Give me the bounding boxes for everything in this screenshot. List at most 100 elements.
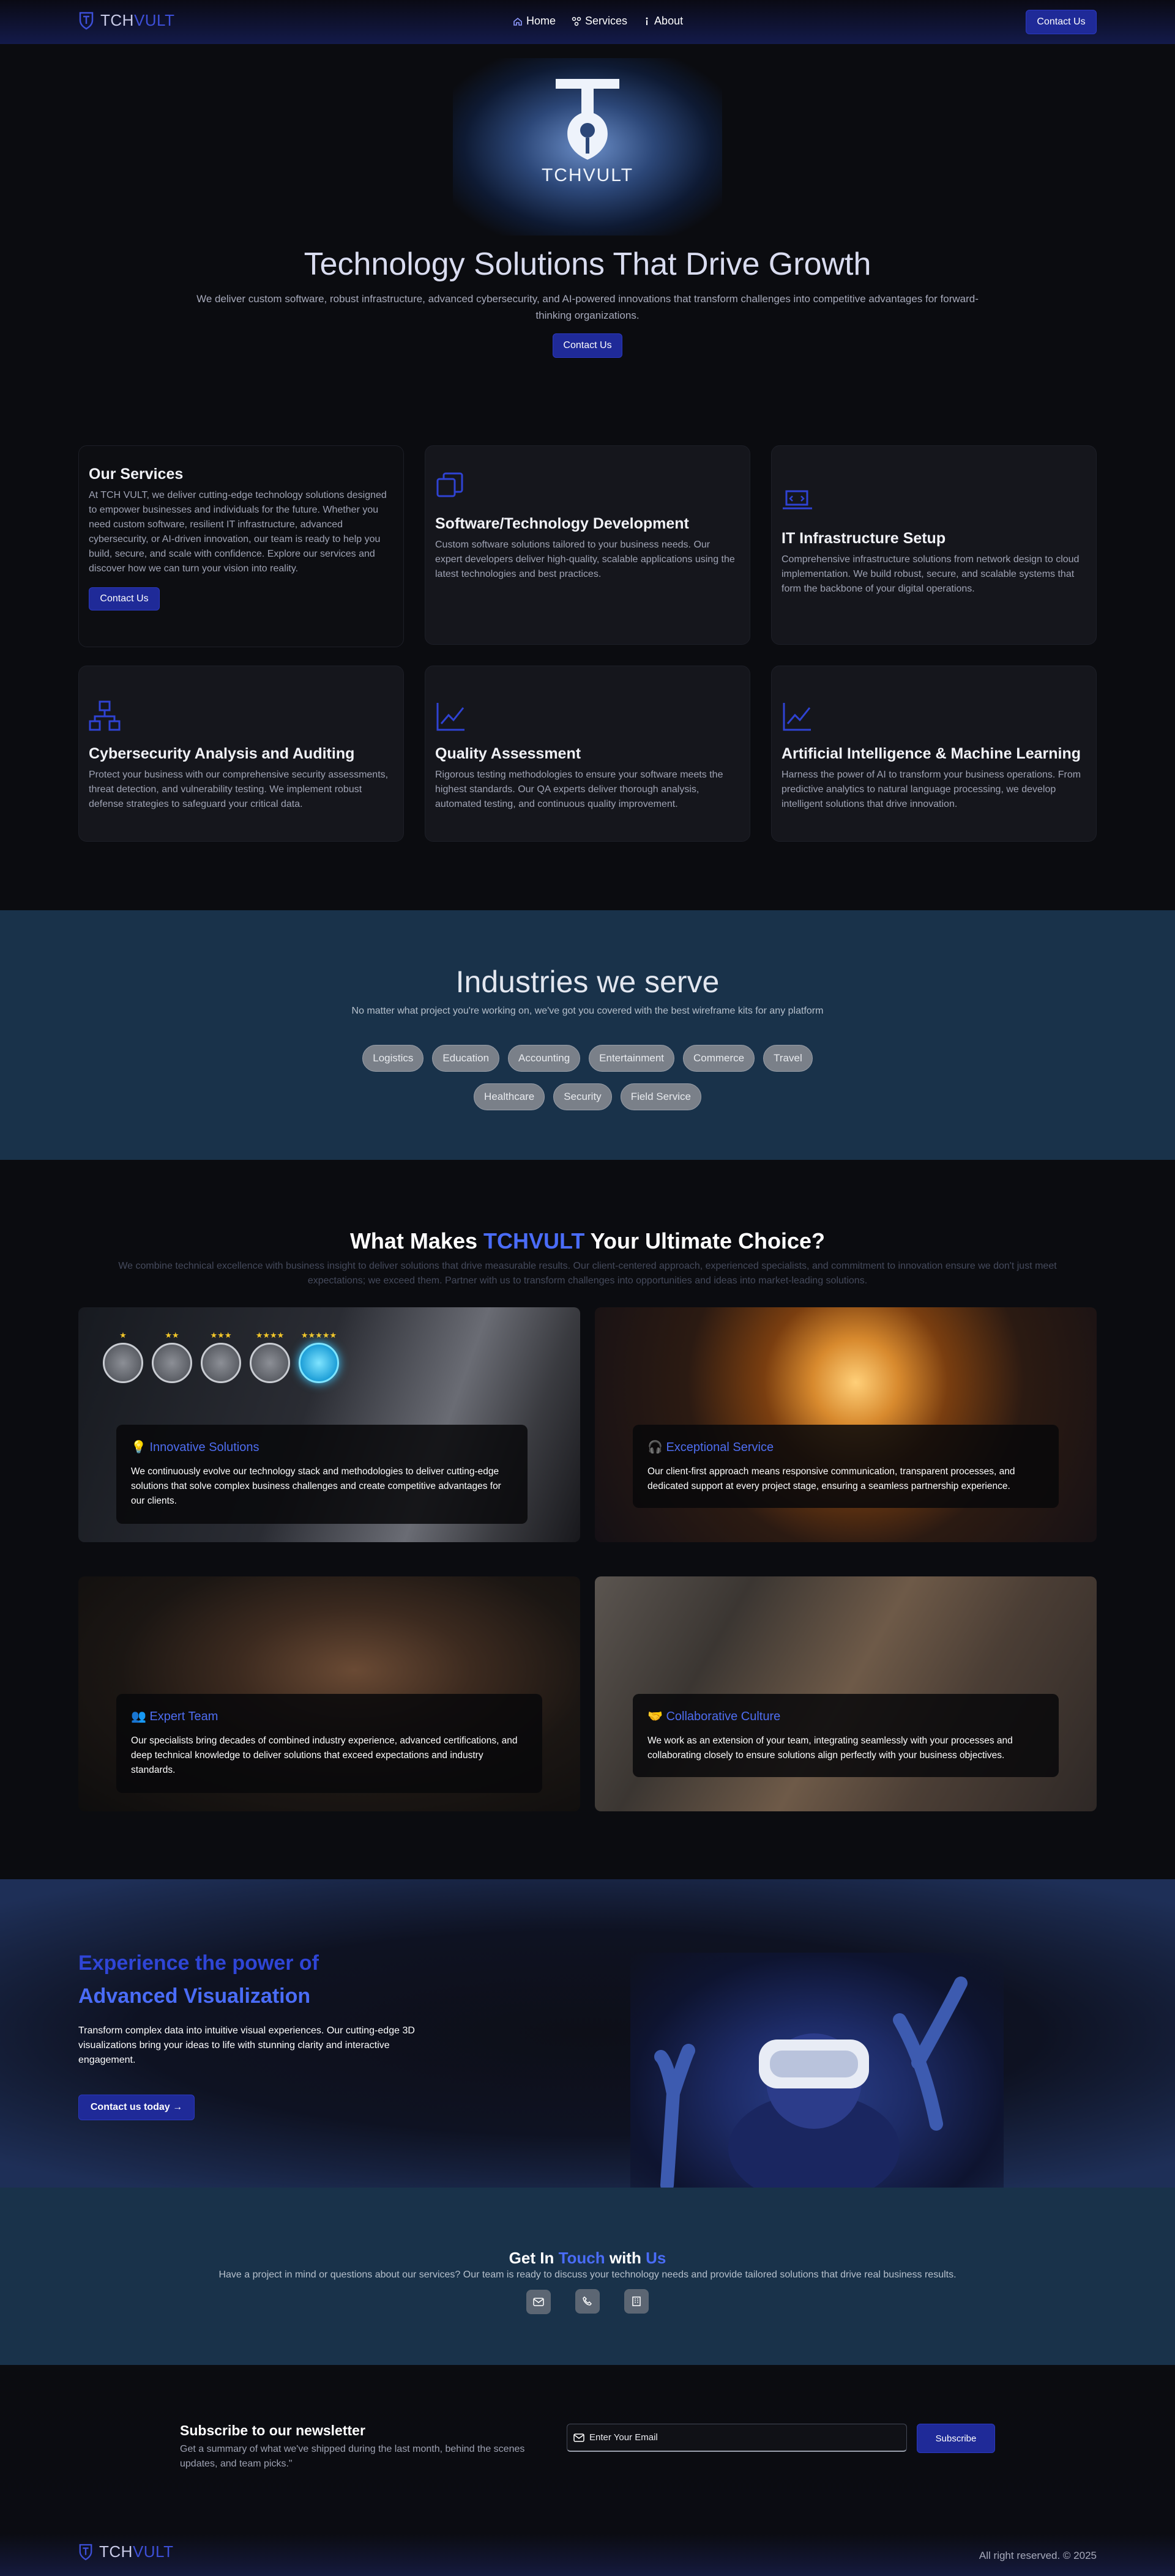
industries-row-1: Logistics Education Accounting Entertainmen… — [0, 1045, 1175, 1072]
rating-stars: ★★★ — [210, 1331, 232, 1340]
copy-icon — [436, 472, 463, 497]
why-title-c: Your Ultimate Choice? — [584, 1228, 826, 1253]
service-title: Artificial Intelligence & Machine Learni… — [781, 745, 1081, 762]
viz-title: Experience the power of Advanced Visuali… — [78, 1947, 319, 2013]
contact-title: Get In Touch with Us — [0, 2249, 1175, 2268]
newsletter-email-field[interactable]: Enter Your Email — [567, 2424, 907, 2452]
viz-text: Transform complex data into intuitive vi… — [78, 2025, 415, 2065]
rating-stars: ★★ — [165, 1331, 179, 1340]
industries-section: Industries we serve No matter what proje… — [0, 910, 1175, 1160]
viz-title-line-2: Advanced Visualization — [78, 1984, 311, 2008]
why-card-overlay: 💡 Innovative Solutions We continuously e… — [116, 1425, 528, 1524]
mail-icon[interactable] — [526, 2290, 551, 2314]
network-icon — [89, 700, 121, 731]
why-card-overlay: 🤝 Collaborative Culture We work as an ex… — [633, 1694, 1059, 1777]
rating-face: ★★★★ — [250, 1331, 290, 1383]
why-card-service: 🎧 Exceptional Service Our client-first a… — [595, 1307, 1097, 1542]
industry-pill[interactable]: Security — [553, 1083, 612, 1110]
happy-face-icon — [299, 1343, 339, 1383]
sad-face-icon — [201, 1343, 241, 1383]
services-icon — [572, 17, 581, 26]
sad-face-icon — [152, 1343, 192, 1383]
why-card-text: We continuously evolve our technology st… — [131, 1466, 501, 1506]
phone-icon[interactable] — [575, 2289, 600, 2314]
hero-subtitle: We deliver custom software, robust infra… — [196, 293, 979, 321]
service-title: Software/Technology Development — [435, 515, 689, 532]
vr-person-image — [630, 1953, 1004, 2203]
why-card-text: Our specialists bring decades of combine… — [131, 1735, 518, 1775]
rating-face: ★★★ — [201, 1331, 241, 1383]
contact-title-b: Touch — [558, 2249, 605, 2267]
why-card-innovative: ★ ★★ ★★★ ★★★★ ★★★★★ 💡 Innovative Solutions W… — [78, 1307, 580, 1542]
why-card-team: 👥 Expert Team Our specialists bring deca… — [78, 1576, 580, 1811]
shield-logo-icon — [79, 2544, 92, 2560]
service-card-quality[interactable]: Quality Assessment Rigorous testing meth… — [425, 666, 750, 842]
rating-stars: ★★★★ — [255, 1331, 285, 1340]
footer-logo[interactable]: TCHVULT — [78, 2542, 173, 2561]
info-icon — [646, 17, 648, 25]
why-title: What Makes TCHVULT Your Ultimate Choice? — [0, 1228, 1175, 1254]
newsletter-section: Subscribe to our newsletter Get a summar… — [0, 2365, 1175, 2576]
industry-pill[interactable]: Field Service — [620, 1083, 701, 1110]
nav-about-label: About — [654, 15, 684, 27]
why-card-text: We work as an extension of your team, in… — [647, 1735, 1013, 1761]
industries-title: Industries we serve — [455, 965, 720, 999]
industry-pill[interactable]: Entertainment — [589, 1045, 674, 1072]
service-text: Comprehensive infrastructure solutions f… — [781, 554, 1080, 594]
service-title: Cybersecurity Analysis and Auditing — [89, 745, 355, 762]
rating-stars: ★ — [119, 1331, 127, 1340]
why-card-title: Collaborative Culture — [666, 1710, 781, 1723]
subscribe-button[interactable]: Subscribe — [917, 2424, 995, 2453]
vr-headset-illustration — [654, 1977, 968, 2203]
viz-contact-button[interactable]: Contact us today → — [78, 2095, 195, 2120]
industry-pill[interactable]: Travel — [763, 1045, 813, 1072]
contact-title-a: Get In — [509, 2249, 559, 2267]
brand-logo[interactable]: TCHVULT — [78, 11, 174, 30]
footer-logo-a: TCH — [99, 2542, 133, 2561]
services-intro-card: Our Services At TCH VULT, we deliver cut… — [78, 445, 404, 647]
why-title-brand: TCHVULT — [483, 1228, 585, 1253]
visualization-section: Experience the power of Advanced Visuali… — [0, 1879, 1175, 2203]
industry-pill[interactable]: Healthcare — [474, 1083, 545, 1110]
contact-icons — [0, 2289, 1175, 2314]
why-card-title: Innovative Solutions — [149, 1441, 259, 1454]
nav-about[interactable]: About — [643, 15, 683, 28]
nav-services-label: Services — [585, 15, 628, 27]
newsletter-email-placeholder: Enter Your Email — [589, 2432, 658, 2443]
laptop-code-icon — [783, 490, 812, 510]
service-card-cybersecurity[interactable]: Cybersecurity Analysis and Auditing Prot… — [78, 666, 404, 842]
why-card-overlay: 👥 Expert Team Our specialists bring deca… — [116, 1694, 542, 1793]
industry-pill[interactable]: Accounting — [508, 1045, 581, 1072]
industry-pill[interactable]: Commerce — [683, 1045, 755, 1072]
nav-home[interactable]: Home — [513, 15, 556, 28]
nav-links: Home Services About — [513, 15, 683, 28]
service-title: IT Infrastructure Setup — [781, 530, 946, 547]
contact-text: Have a project in mind or questions abou… — [218, 2270, 957, 2280]
hero-title: Technology Solutions That Drive Growth — [304, 247, 871, 282]
why-card-text: Our client-first approach means responsi… — [647, 1466, 1015, 1491]
industry-pill[interactable]: Logistics — [362, 1045, 424, 1072]
service-title: Quality Assessment — [435, 745, 581, 762]
chart-line-icon — [783, 703, 811, 731]
home-icon — [513, 17, 522, 26]
nav-services[interactable]: Services — [572, 15, 627, 28]
why-title-a: What Makes — [349, 1228, 483, 1253]
industry-pill[interactable]: Education — [432, 1045, 500, 1072]
service-card-software[interactable]: Software/Technology Development Custom s… — [425, 445, 750, 645]
building-icon[interactable] — [624, 2289, 649, 2314]
people-icon: 👥 — [131, 1710, 146, 1723]
logo-text-a: TCH — [100, 11, 134, 29]
shield-logo-icon — [79, 12, 94, 29]
nav-contact-button[interactable]: Contact Us — [1026, 10, 1097, 34]
industries-subtitle: No matter what project you're working on… — [351, 1006, 824, 1016]
hero-contact-button[interactable]: Contact Us — [553, 333, 622, 358]
service-text: Protect your business with our comprehen… — [89, 770, 389, 809]
service-card-infrastructure[interactable]: IT Infrastructure Setup Comprehensive in… — [771, 445, 1097, 645]
service-card-ai[interactable]: Artificial Intelligence & Machine Learni… — [771, 666, 1097, 842]
service-text: Rigorous testing methodologies to ensure… — [435, 770, 723, 809]
services-contact-button[interactable]: Contact Us — [89, 587, 160, 611]
why-card-culture: 🤝 Collaborative Culture We work as an ex… — [595, 1576, 1097, 1811]
newsletter-text: Get a summary of what we've shipped duri… — [180, 2444, 525, 2469]
rating-stars: ★★★★★ — [300, 1331, 337, 1340]
contact-title-d: Us — [646, 2249, 666, 2267]
